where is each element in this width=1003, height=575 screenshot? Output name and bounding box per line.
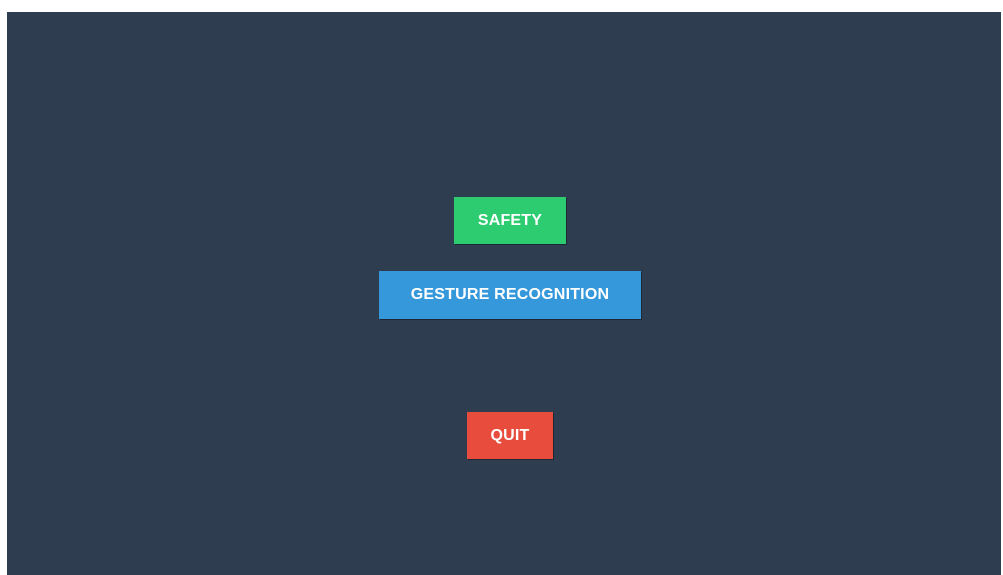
safety-button[interactable]: SAFETY (454, 197, 566, 244)
main-menu-screen: SAFETY GESTURE RECOGNITION QUIT (7, 12, 1001, 575)
quit-button[interactable]: QUIT (467, 412, 553, 459)
gesture-recognition-button[interactable]: GESTURE RECOGNITION (379, 271, 641, 319)
